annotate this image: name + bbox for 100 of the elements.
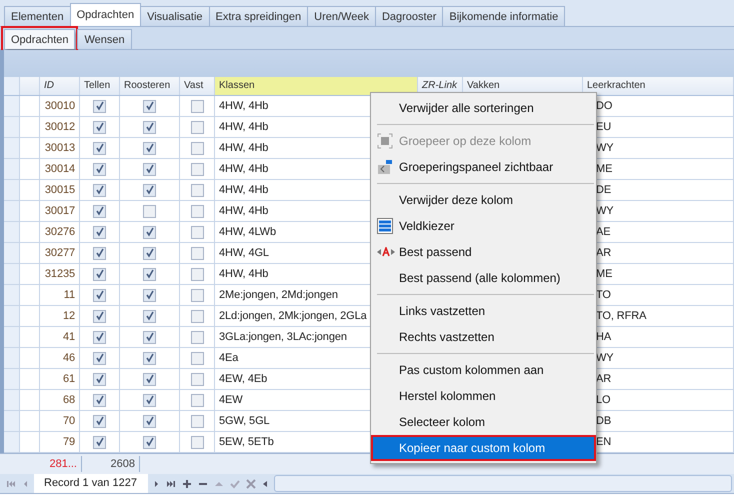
checkbox[interactable]	[93, 100, 106, 112]
checkbox[interactable]	[190, 414, 204, 428]
next-record-icon[interactable]	[154, 478, 160, 488]
checkbox[interactable]	[93, 162, 106, 176]
row-indicator[interactable]	[4, 117, 20, 137]
checkbox[interactable]	[143, 226, 156, 238]
panel-icon	[377, 159, 393, 175]
row-indicator[interactable]	[4, 180, 20, 200]
checkbox[interactable]	[143, 142, 156, 154]
row-indicator[interactable]	[4, 369, 20, 389]
row-indicator[interactable]	[4, 243, 20, 263]
row-indicator[interactable]	[4, 222, 20, 242]
checkbox[interactable]	[143, 288, 156, 302]
checkbox[interactable]	[143, 436, 156, 448]
close-icon[interactable]	[246, 478, 256, 488]
tab[interactable]: Extra spreidingen	[208, 6, 308, 26]
checkbox[interactable]	[190, 162, 204, 176]
column-header[interactable]: Tellen	[80, 77, 120, 95]
id-cell: 46	[40, 348, 80, 368]
checkbox[interactable]	[143, 268, 156, 280]
row-indicator[interactable]	[4, 348, 20, 368]
column-header[interactable]: Klassen	[215, 77, 418, 95]
tab[interactable]: Elementen	[4, 6, 71, 26]
checkbox[interactable]	[143, 352, 156, 364]
add-icon[interactable]	[182, 478, 192, 488]
row-indicator[interactable]	[4, 285, 20, 305]
checkbox[interactable]	[93, 352, 106, 364]
checkbox[interactable]	[143, 120, 156, 134]
checkbox[interactable]	[190, 288, 204, 302]
row-indicator[interactable]	[4, 201, 20, 221]
checkbox[interactable]	[190, 204, 204, 218]
scroll-left-icon[interactable]	[262, 478, 268, 488]
tab[interactable]: Dagrooster	[374, 6, 444, 26]
subtab[interactable]: Opdrachten	[4, 29, 76, 49]
checkbox[interactable]	[143, 100, 156, 112]
column-header[interactable]: ID	[40, 77, 80, 95]
tab[interactable]: Bijkomende informatie	[442, 6, 566, 26]
row-indicator[interactable]	[4, 138, 20, 158]
checkbox[interactable]	[190, 246, 204, 260]
tab[interactable]: Visualisatie	[140, 6, 210, 26]
row-indicator[interactable]	[4, 432, 20, 452]
checkbox[interactable]	[190, 120, 204, 134]
checkbox[interactable]	[93, 142, 106, 154]
check-icon[interactable]	[230, 478, 240, 488]
checkbox[interactable]	[143, 246, 156, 260]
record-field[interactable]: Record 1 van 1227	[34, 474, 148, 493]
checkbox[interactable]	[143, 394, 156, 406]
checkbox[interactable]	[143, 310, 156, 322]
column-header[interactable]: Roosteren	[120, 77, 180, 95]
checkbox[interactable]	[143, 184, 156, 196]
table-cell: HA	[596, 331, 612, 343]
checkbox[interactable]	[93, 310, 106, 322]
table-cell: DB	[596, 415, 612, 427]
last-record-icon[interactable]	[166, 478, 176, 488]
horizontal-scrollbar[interactable]	[274, 475, 732, 492]
checkbox[interactable]	[190, 100, 204, 112]
checkbox[interactable]	[93, 184, 106, 196]
checkbox[interactable]	[190, 352, 204, 364]
previous-record-icon[interactable]	[22, 478, 28, 488]
checkbox[interactable]	[190, 310, 204, 322]
checkbox[interactable]	[93, 204, 106, 218]
checkbox[interactable]	[190, 330, 204, 344]
checkbox[interactable]	[190, 142, 204, 154]
row-indicator[interactable]	[4, 264, 20, 284]
checkbox[interactable]	[93, 268, 106, 280]
tab[interactable]: Opdrachten	[70, 3, 142, 26]
tab[interactable]: Uren/Week	[307, 6, 376, 26]
checkbox[interactable]	[190, 268, 204, 280]
checkbox[interactable]	[93, 330, 106, 344]
checkbox[interactable]	[143, 162, 156, 176]
id-cell: 79	[40, 432, 80, 452]
row-indicator[interactable]	[4, 390, 20, 410]
checkbox[interactable]	[143, 330, 156, 344]
row-indicator[interactable]	[4, 306, 20, 326]
fit-width-icon	[377, 247, 395, 257]
row-indicator[interactable]	[4, 327, 20, 347]
menu-item[interactable]: Kopieer naar custom kolom	[371, 435, 596, 461]
checkbox[interactable]	[143, 204, 156, 218]
checkbox[interactable]	[190, 394, 204, 406]
checkbox[interactable]	[93, 436, 106, 448]
row-indicator[interactable]	[4, 159, 20, 179]
row-indicator[interactable]	[4, 96, 20, 116]
checkbox[interactable]	[93, 288, 106, 302]
checkbox[interactable]	[93, 120, 106, 134]
id-cell: 30276	[40, 222, 80, 242]
checkbox[interactable]	[190, 372, 204, 386]
row-indicator[interactable]	[4, 411, 20, 431]
checkbox[interactable]	[143, 414, 156, 428]
checkbox[interactable]	[93, 246, 106, 260]
checkbox[interactable]	[143, 372, 156, 386]
checkbox[interactable]	[190, 436, 204, 448]
checkbox[interactable]	[93, 226, 106, 238]
checkbox[interactable]	[93, 414, 106, 428]
table-cell: WY	[596, 142, 614, 154]
checkbox[interactable]	[190, 184, 204, 196]
first-record-icon[interactable]	[6, 478, 16, 488]
subtab[interactable]: Wensen	[77, 29, 132, 49]
checkbox[interactable]	[93, 372, 106, 386]
checkbox[interactable]	[93, 394, 106, 406]
checkbox[interactable]	[190, 226, 204, 238]
